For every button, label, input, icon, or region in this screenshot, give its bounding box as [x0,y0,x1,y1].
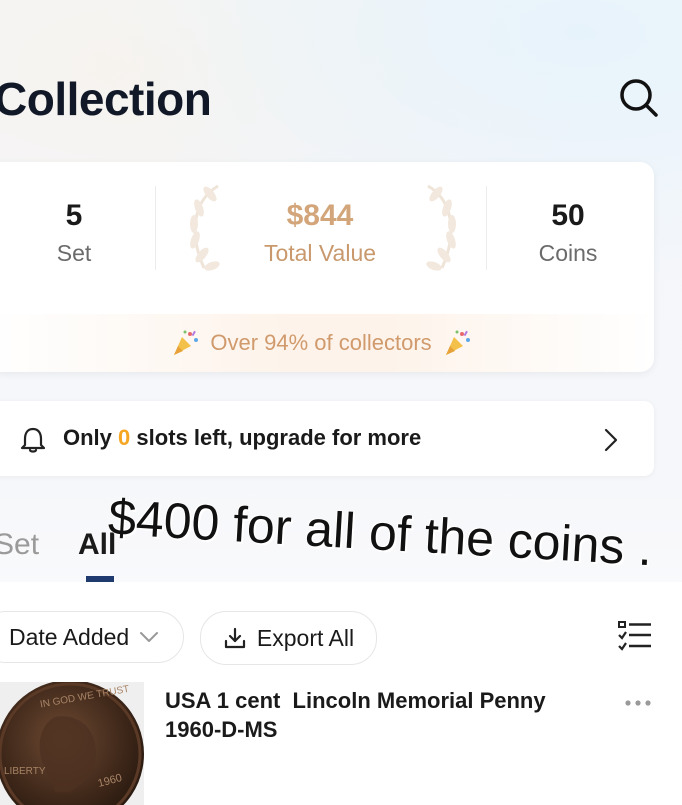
upgrade-message: Only 0 slots left, upgrade for more [63,425,421,451]
ranking-text: Over 94% of collectors [210,330,432,355]
more-horizontal-icon [625,700,651,706]
download-icon [224,627,246,649]
upgrade-text-after: slots left, upgrade for more [136,425,422,450]
stat-total-value[interactable]: $844 Total Value [220,198,420,268]
coins-label: Coins [538,240,598,266]
total-value-label: Total Value [263,240,377,266]
coin-title-line1: USA 1 cent Lincoln Memorial Penny [165,688,546,713]
sort-dropdown[interactable]: Date Added [0,611,184,663]
coin-title-line2: 1960-D-MS [165,717,278,742]
penny-coin-image: IN GOD WE TRUST LIBERTY 1960 [0,682,144,805]
party-popper-icon [174,330,199,355]
coin-thumbnail[interactable]: IN GOD WE TRUST LIBERTY 1960 [0,682,144,805]
sets-count: 5 [65,199,83,232]
coin-list: Date Added Export All IN GOD WE TRUST LI… [0,582,682,805]
slots-count: 0 [118,425,131,450]
chevron-right-icon [604,428,618,452]
coins-count: 50 [551,199,585,232]
bell-icon [20,427,46,453]
stat-coins[interactable]: 50 Coins [518,198,618,268]
checklist-icon [618,621,651,651]
sort-label: Date Added [9,623,130,650]
chevron-down-icon [140,632,159,642]
search-icon [620,79,658,117]
page-title: Collection [0,73,212,125]
tab-set[interactable]: Set [0,528,39,562]
export-label: Export All [256,624,355,651]
upgrade-text-before: Only [63,425,112,450]
coin-liberty-text: LIBERTY [4,766,46,777]
stats-divider-left [155,186,156,270]
laurel-right-icon [426,184,456,271]
upgrade-banner[interactable]: Only 0 slots left, upgrade for more [0,401,654,476]
stats-card: 5 Set $844 Total Value 50 Coins Over 94%… [0,162,654,372]
list-view-toggle[interactable] [617,620,653,657]
total-value-amount: $844 [286,199,354,232]
sets-label: Set [56,240,92,266]
more-options-button[interactable] [624,686,652,714]
party-popper-icon [445,330,470,355]
stats-divider-right [486,186,487,270]
overlay-caption: $400 for all of the coins . [106,488,654,577]
search-button[interactable] [617,76,661,120]
coin-title[interactable]: USA 1 cent Lincoln Memorial Penny 1960-D… [165,686,605,744]
ranking-strip: Over 94% of collectors [0,314,654,372]
stat-sets[interactable]: 5 Set [24,198,124,268]
export-all-button[interactable]: Export All [200,611,377,665]
